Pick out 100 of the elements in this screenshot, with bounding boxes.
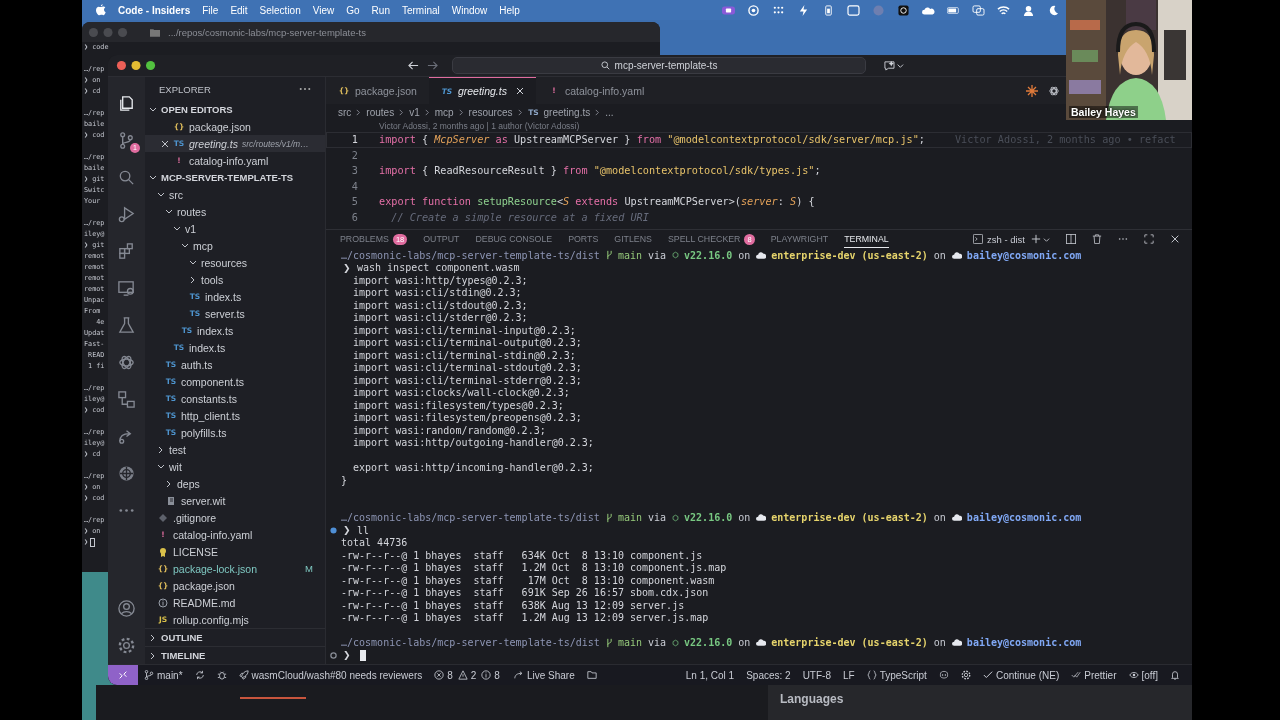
terminal-output: import wasi:clocks/wall-clock@0.2.3; [352, 387, 570, 399]
terminal-output: import wasi:http/outgoing-handler@0.2.3; [352, 437, 594, 449]
prompt-text: on [933, 249, 946, 261]
terminal-output: import wasi:filesystem/preopens@0.2.3; [352, 412, 582, 424]
breadcrumb-item[interactable]: src [338, 106, 352, 118]
git-status: M [305, 563, 313, 574]
prompt-path: …/cosmonic-labs/mcp-server-template-ts/dist [341, 637, 600, 649]
breadcrumb-item[interactable]: greeting.ts [543, 106, 591, 118]
terminal-output: -rw-r--r--@ 1 bhayes staff 638K Aug 13 12:09 server.js [341, 599, 685, 611]
terminal-output: -rw-r--r--@ 1 bhayes staff 634K Oct 8 13:10 component.js [341, 549, 703, 561]
section-header[interactable]: OPEN EDITORS [145, 101, 325, 118]
status-item[interactable]: Continue (NE) [976, 665, 1066, 685]
terminal-output: import wasi:random/random@0.2.3; [352, 424, 546, 436]
terminal-output: import wasi:http/types@0.2.3; [352, 274, 528, 286]
menu-item[interactable]: Edit [230, 4, 248, 16]
line-number: 3 [350, 165, 359, 177]
tree-item[interactable]: routes [145, 203, 325, 220]
tree-item[interactable]: README.md [145, 594, 325, 611]
tree-item[interactable]: resources [145, 254, 325, 271]
terminal-output: -rw-r--r--@ 1 bhayes staff 1.2M Oct 8 13:10 component.js.map [341, 562, 727, 574]
terminal-output: import wasi:cli/terminal-output@0.2.3; [352, 337, 582, 349]
tree-item[interactable]: v1 [145, 220, 325, 237]
git-branch: main [617, 512, 642, 524]
line-number: 4 [350, 180, 359, 192]
menu-item[interactable]: Go [346, 4, 360, 16]
account-name: bailey@cosmonic.com [966, 512, 1082, 524]
terminal-output: import wasi:cli/stdout@0.2.3; [352, 299, 528, 311]
tree-item[interactable]: server.wit [145, 492, 325, 509]
prompt-symbol: ❯ [342, 262, 352, 273]
status-item[interactable]: wasmCloud/wash#80 needs reviewers [232, 665, 429, 685]
tree-item[interactable]: mcp [145, 237, 325, 254]
tree-item[interactable]: wit [145, 458, 325, 475]
cloud-context: enterprise-dev (us-east-2) [771, 637, 928, 649]
prompt-text: on [738, 512, 751, 524]
panel-tab[interactable]: PORTS [568, 230, 599, 248]
terminal-output: total 44736 [341, 537, 408, 549]
tree-item[interactable]: deps [145, 475, 325, 492]
menu-item[interactable]: Run [371, 4, 390, 16]
app-menu[interactable]: Code - Insiders [118, 4, 191, 16]
line-number: 2 [350, 149, 359, 161]
status-item[interactable]: UTF-8 [796, 665, 837, 685]
prompt-text: on [933, 637, 946, 649]
tree-item[interactable]: src [145, 186, 325, 203]
file-path: src/routes/v1/m… [242, 138, 309, 149]
terminal-selector[interactable]: zsh - dist [973, 233, 1025, 245]
prompt-text: on [738, 249, 751, 261]
tree-item[interactable]: test [145, 441, 325, 458]
account-name: bailey@cosmonic.com [966, 637, 1082, 649]
terminal-output: import wasi:cli/stderr@0.2.3; [352, 312, 528, 324]
prompt-path: …/cosmonic-labs/mcp-server-template-ts/dist [341, 512, 600, 524]
terminal-output: import wasi:filesystem/types@0.2.3; [352, 399, 564, 411]
tree-item[interactable]: tools [145, 271, 325, 288]
panel-tab[interactable]: GITLENS [614, 230, 652, 248]
tree-item[interactable]: LICENSE [145, 543, 325, 560]
line-number: 1 [350, 134, 359, 146]
cloud-context: enterprise-dev (us-east-2) [771, 512, 928, 524]
menu-item[interactable]: File [202, 4, 219, 16]
status-item[interactable]: 8 2 8 [428, 665, 508, 685]
menu-item[interactable]: Window [451, 4, 488, 16]
panel-tab[interactable]: DEBUG CONSOLE [475, 230, 553, 248]
node-version: v22.16.0 [684, 512, 733, 524]
prompt-text: via [648, 249, 667, 261]
status-item[interactable]: TypeScript [860, 665, 933, 685]
account-name: bailey@cosmonic.com [966, 249, 1082, 261]
panel-tab[interactable]: TERMINAL [844, 230, 889, 248]
status-item[interactable]: main* [138, 665, 189, 685]
tree-item[interactable]: .gitignore [145, 509, 325, 526]
prompt-symbol: ❯ [342, 650, 352, 661]
section-heading: Languages [780, 692, 844, 706]
status-item[interactable]: Prettier [1065, 665, 1123, 685]
terminal-output: import wasi:cli/terminal-stdin@0.2.3; [352, 349, 576, 361]
menu-item[interactable]: View [312, 4, 335, 16]
terminal-output: import wasi:cli/stdin@0.2.3; [352, 287, 522, 299]
breadcrumb-item[interactable]: routes [366, 106, 395, 118]
menu-item[interactable]: Help [499, 4, 520, 16]
code-line: // Create a simple resource at a fixed URI [390, 211, 649, 223]
breadcrumb-item[interactable]: mcp [434, 106, 454, 118]
breadcrumb-item[interactable]: resources [468, 106, 513, 118]
code-line: import { McpServer as UpstreamMCPServer } from "@modelcontextprotocol/sdk/server/mcp.js"; [379, 134, 925, 146]
status-item[interactable]: Live Share [507, 665, 581, 685]
breadcrumb-item[interactable]: v1 [409, 106, 420, 118]
section-header[interactable]: OUTLINE [145, 628, 325, 646]
status-item[interactable]: Ln 1, Col 1 [679, 665, 741, 685]
status-item[interactable]: LF [837, 665, 861, 685]
code-line: import { ReadResourceResult } from "@modelcontextprotocol/sdk/types.js"; [379, 165, 821, 177]
breadcrumb-item[interactable]: ... [605, 106, 614, 118]
terminal-output: import wasi:cli/terminal-stderr@0.2.3; [352, 374, 582, 386]
command-center[interactable]: mcp-server-template-ts [452, 57, 866, 74]
panel-tab[interactable]: PLAYWRIGHT [770, 230, 829, 248]
menu-item[interactable]: Terminal [401, 4, 440, 16]
code-line: export function setupResource<S extends UpstreamMCPServer>(server: S) { [379, 196, 815, 208]
section-header[interactable]: MCP-SERVER-TEMPLATE-TS [145, 169, 325, 186]
status-item[interactable]: [off] [1122, 665, 1164, 685]
terminal-output: } [341, 474, 348, 486]
prompt-text: via [648, 637, 667, 649]
panel-tab[interactable]: OUTPUT [423, 230, 460, 248]
git-branch: main [617, 249, 642, 261]
menu-item[interactable]: Selection [259, 4, 301, 16]
node-version: v22.16.0 [684, 637, 733, 649]
status-item[interactable]: Spaces: 2 [740, 665, 797, 685]
